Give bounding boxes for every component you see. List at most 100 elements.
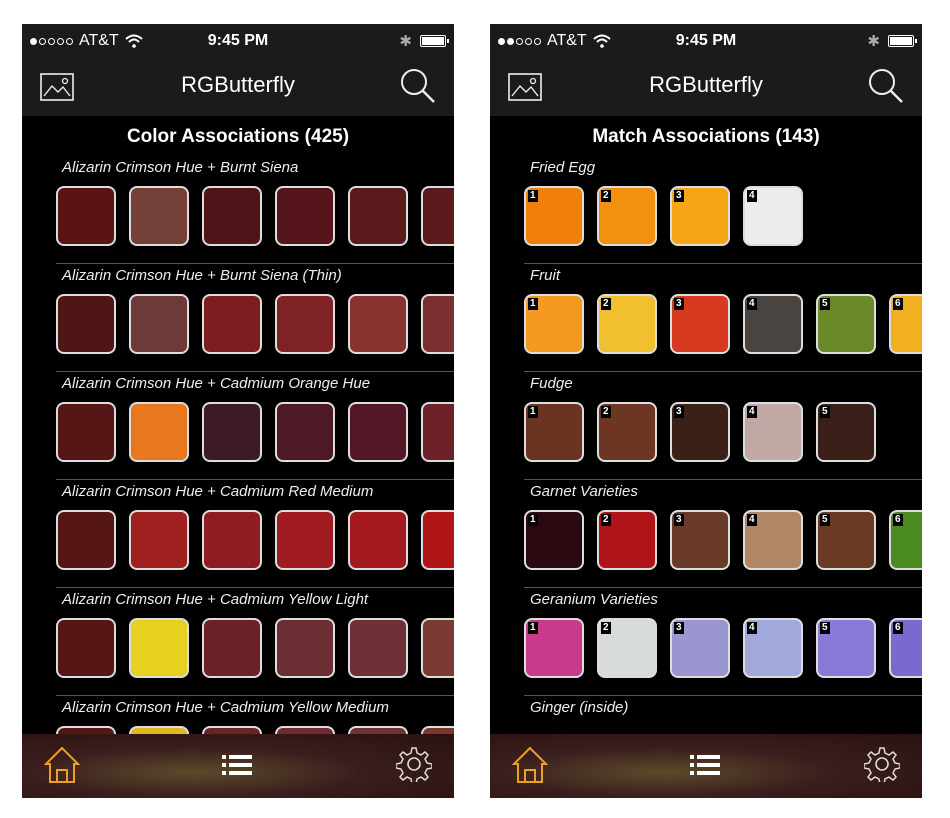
swatch-tile[interactable] [56,402,116,462]
swatch-row[interactable]: 1 2 3 4 [524,186,922,250]
swatch-number: 1 [528,514,538,526]
swatch-tile[interactable] [275,618,335,678]
color-associations-screen: AT&T 9:45 PM ✱ RGButterfly Color Associa… [22,24,454,798]
swatch-number: 4 [747,190,757,202]
swatch-row[interactable] [56,294,454,358]
swatch-tile[interactable]: 5 [816,402,876,462]
swatch-tile[interactable] [202,186,262,246]
swatch-tile[interactable]: 6 [889,294,922,354]
swatch-number: 5 [820,406,830,418]
swatch-row[interactable]: 1 2 3 4 5 6 [524,294,922,358]
swatch-row[interactable]: 1 2 3 4 5 6 [524,510,922,574]
swatch-tile[interactable] [348,186,408,246]
association-group: Alizarin Crimson Hue + Cadmium Yellow Li… [56,588,454,696]
home-tab-icon[interactable] [44,746,80,784]
swatch-tile[interactable]: 1 [524,294,584,354]
swatch-tile[interactable] [421,726,454,734]
swatch-tile[interactable] [348,402,408,462]
list-tab-icon[interactable] [690,754,720,776]
swatch-tile[interactable]: 6 [889,510,922,570]
swatch-tile[interactable] [129,294,189,354]
swatch-tile[interactable] [348,726,408,734]
swatch-tile[interactable] [348,294,408,354]
swatch-tile[interactable] [348,510,408,570]
swatch-number: 3 [674,622,684,634]
search-icon[interactable] [866,66,906,106]
swatch-tile[interactable] [129,618,189,678]
swatch-tile[interactable] [56,618,116,678]
swatch-tile[interactable] [421,510,454,570]
swatch-tile[interactable]: 1 [524,510,584,570]
swatch-tile[interactable]: 1 [524,402,584,462]
swatch-tile[interactable]: 4 [743,186,803,246]
swatch-tile[interactable]: 3 [670,510,730,570]
swatch-number: 4 [747,406,757,418]
swatch-tile[interactable]: 2 [597,186,657,246]
swatch-tile[interactable] [275,186,335,246]
swatch-tile[interactable] [129,402,189,462]
swatch-tile[interactable] [56,186,116,246]
search-icon[interactable] [398,66,438,106]
group-label: Alizarin Crimson Hue + Burnt Siena [62,159,299,176]
swatch-row[interactable]: 1 2 3 4 5 [524,402,922,466]
swatch-tile[interactable]: 2 [597,618,657,678]
swatch-row[interactable] [56,186,454,250]
swatch-tile[interactable] [275,402,335,462]
swatch-tile[interactable] [56,510,116,570]
swatch-tile[interactable] [421,402,454,462]
swatch-number: 1 [528,298,538,310]
settings-gear-icon[interactable] [396,746,432,782]
swatch-tile[interactable]: 3 [670,402,730,462]
swatch-tile[interactable] [348,618,408,678]
group-label: Alizarin Crimson Hue + Burnt Siena (Thin… [62,267,342,284]
bluetooth-icon: ✱ [867,33,880,50]
swatch-tile[interactable]: 3 [670,618,730,678]
swatch-tile[interactable] [56,294,116,354]
associations-list[interactable]: Match Associations (143) Fried Egg 1 2 3 4 Fr… [490,116,922,734]
swatch-row[interactable]: 1 2 3 4 5 6 [524,618,922,682]
swatch-row[interactable] [56,618,454,682]
swatch-tile[interactable] [275,726,335,734]
swatch-tile[interactable] [421,294,454,354]
swatch-tile[interactable] [275,510,335,570]
swatch-tile[interactable]: 3 [670,186,730,246]
swatch-row[interactable] [56,402,454,466]
swatch-tile[interactable]: 1 [524,618,584,678]
swatch-tile[interactable]: 5 [816,618,876,678]
associations-list[interactable]: Color Associations (425) Alizarin Crimso… [22,116,454,734]
swatch-tile[interactable] [421,186,454,246]
swatch-tile[interactable]: 5 [816,294,876,354]
swatch-tile[interactable]: 4 [743,510,803,570]
swatch-tile[interactable]: 4 [743,294,803,354]
swatch-tile[interactable]: 5 [816,510,876,570]
swatch-tile[interactable] [129,510,189,570]
swatch-row[interactable] [56,510,454,574]
swatch-tile[interactable] [129,726,189,734]
swatch-tile[interactable] [202,726,262,734]
swatch-tile[interactable] [202,402,262,462]
swatch-tile[interactable] [129,186,189,246]
swatch-tile[interactable]: 2 [597,294,657,354]
swatch-tile[interactable]: 1 [524,186,584,246]
swatch-row[interactable] [524,726,922,734]
list-tab-icon[interactable] [222,754,252,776]
swatch-tile[interactable]: 2 [597,402,657,462]
swatch-tile[interactable] [56,726,116,734]
swatch-tile[interactable]: 6 [889,618,922,678]
settings-gear-icon[interactable] [864,746,900,782]
status-time: 9:45 PM [675,32,737,49]
swatch-tile[interactable]: 2 [597,510,657,570]
swatch-tile[interactable] [421,618,454,678]
swatch-tile[interactable] [202,618,262,678]
swatch-tile[interactable] [202,510,262,570]
swatch-tile[interactable]: 3 [670,294,730,354]
swatch-tile[interactable] [275,294,335,354]
swatch-row[interactable] [56,726,454,734]
home-tab-icon[interactable] [512,746,548,784]
swatch-tile[interactable]: 4 [743,402,803,462]
swatch-tile[interactable]: 4 [743,618,803,678]
section-title: Match Associations (143) [592,126,820,147]
swatch-tile[interactable] [202,294,262,354]
association-group: Garnet Varieties 1 2 3 4 5 6 [524,480,922,588]
association-group: Ginger (inside) [524,696,922,734]
